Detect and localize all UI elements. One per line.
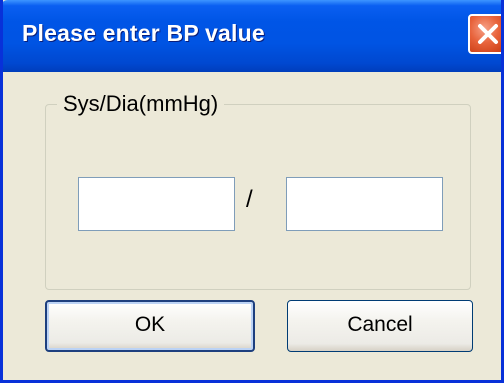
diastolic-input[interactable]: [286, 177, 443, 231]
ok-button[interactable]: OK: [45, 300, 255, 352]
bp-dialog: Please enter BP value Sys/Dia(mmHg) / OK…: [0, 0, 504, 383]
title-bar[interactable]: Please enter BP value: [3, 0, 501, 72]
cancel-button[interactable]: Cancel: [287, 300, 473, 352]
systolic-input[interactable]: [78, 177, 235, 231]
groupbox-label: Sys/Dia(mmHg): [57, 91, 225, 117]
close-button[interactable]: [468, 14, 501, 54]
close-icon: [478, 24, 498, 44]
dialog-title: Please enter BP value: [22, 20, 265, 46]
separator-slash: /: [246, 186, 253, 213]
